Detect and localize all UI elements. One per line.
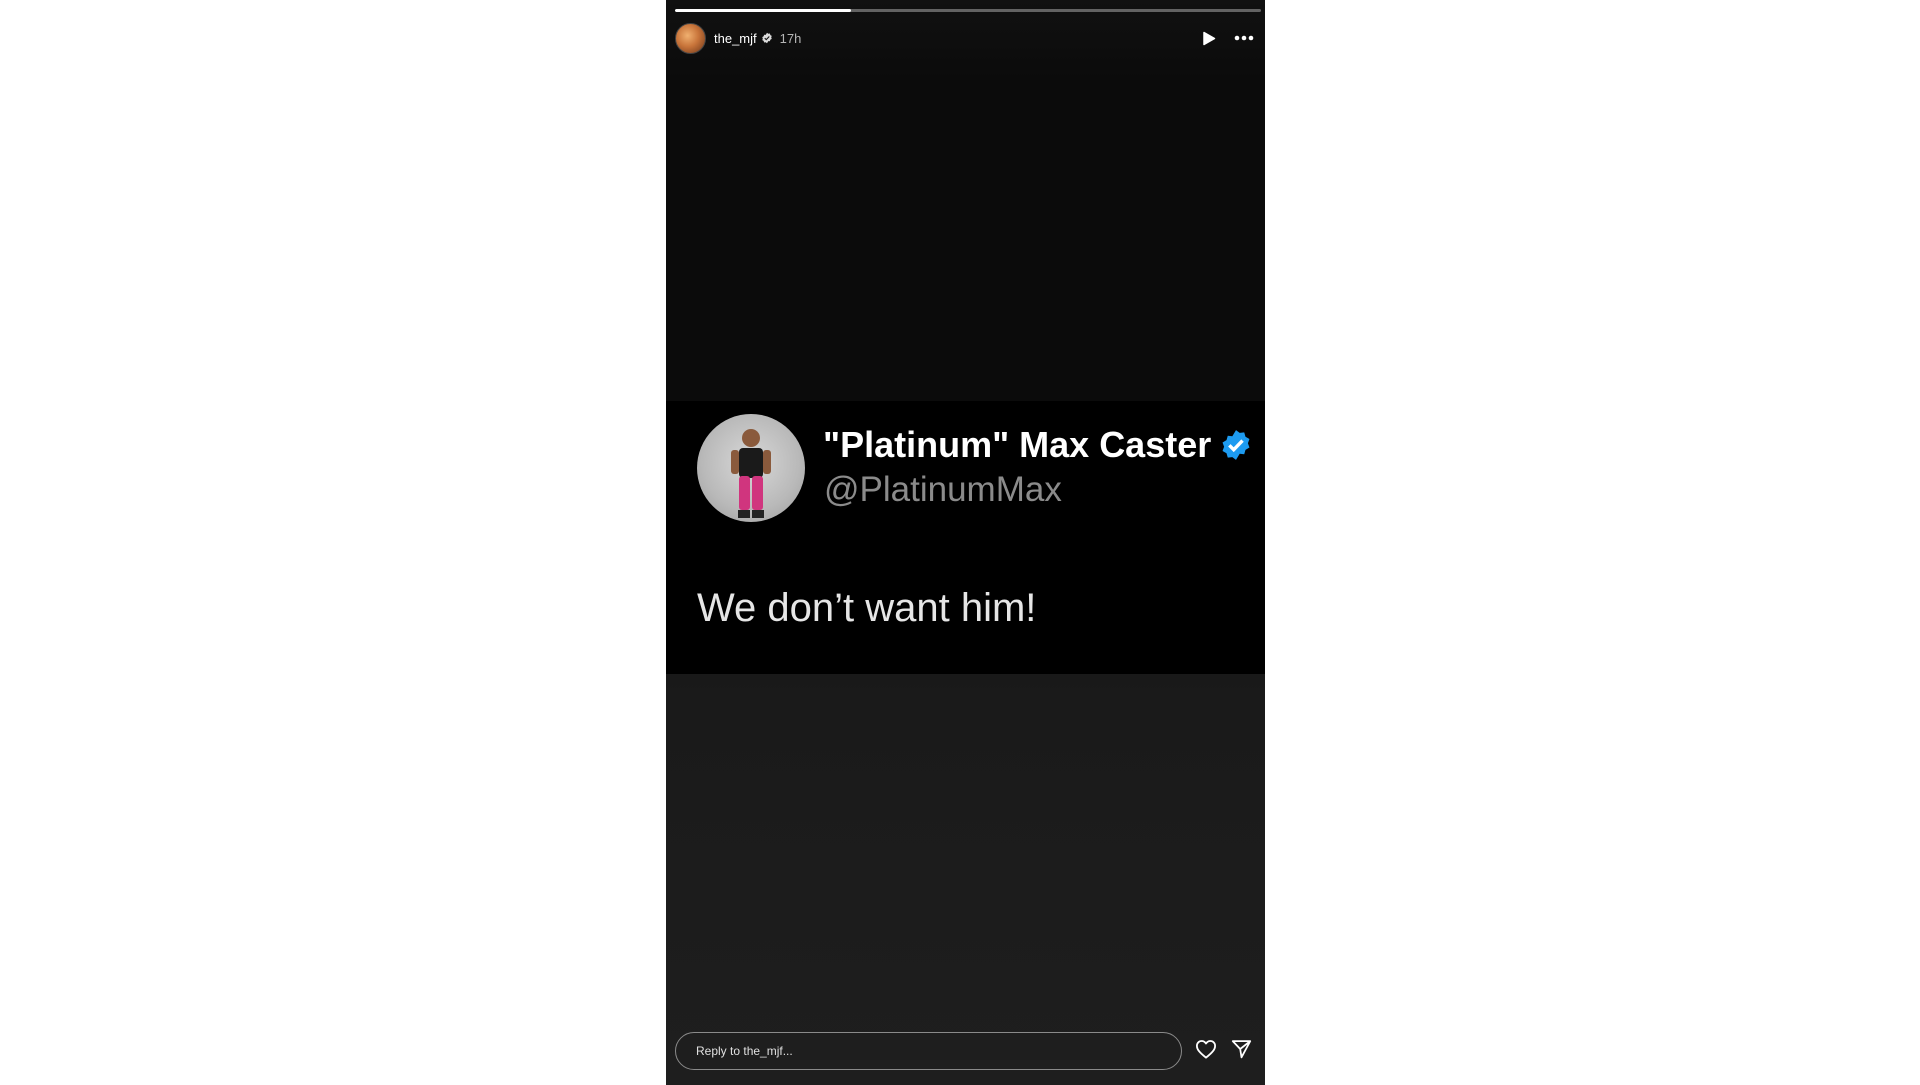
more-icon[interactable]: [1234, 35, 1254, 41]
story-progress-bar: [675, 9, 1261, 12]
tweet-screenshot: "Platinum" Max Caster @PlatinumMax We do…: [666, 401, 1265, 674]
verified-badge-icon: [761, 32, 772, 44]
tweet-text: We don’t want him!: [697, 586, 1037, 630]
post-time: 17h: [779, 30, 802, 46]
tweet-avatar: [697, 414, 805, 522]
tweet-author-name-text: "Platinum" Max Caster: [823, 424, 1212, 465]
verified-badge-icon: [1222, 430, 1250, 460]
reply-input[interactable]: [694, 1043, 1181, 1059]
play-icon[interactable]: [1202, 31, 1216, 46]
user-avatar[interactable]: [675, 22, 706, 54]
reply-field[interactable]: [675, 1032, 1182, 1070]
heart-icon[interactable]: [1195, 1039, 1217, 1059]
username[interactable]: the_mjf: [714, 31, 757, 46]
tweet-author-name: "Platinum" Max Caster: [823, 424, 1253, 466]
tweet-handle: @PlatinumMax: [824, 470, 1062, 509]
send-icon[interactable]: [1231, 1039, 1252, 1059]
story-progress-fill: [675, 9, 851, 12]
story-header: the_mjf 17h: [675, 21, 1256, 55]
story-viewer[interactable]: the_mjf 17h "Platinum" Max Caster @Plati…: [666, 0, 1265, 1085]
